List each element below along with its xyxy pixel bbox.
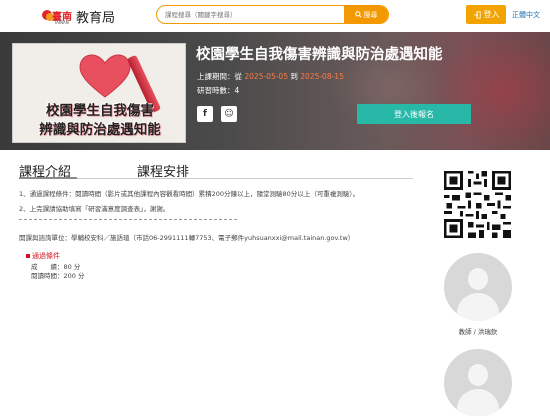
teacher-name: 教師 / 洪瑞欽: [458, 328, 498, 336]
facebook-glyph: f: [203, 109, 207, 119]
facebook-share-icon[interactable]: f: [197, 106, 213, 122]
top-header: 臺南 TAINAN 教育局 搜尋 登入 正體中文: [0, 0, 550, 32]
site-logo[interactable]: 臺南 TAINAN 教育局: [42, 7, 115, 26]
teacher-avatar-2: [444, 349, 512, 416]
language-selector[interactable]: 正體中文: [512, 10, 540, 20]
enroll-button-label: 登入後報名: [394, 109, 434, 119]
end-date: 2025-08-15: [300, 72, 344, 81]
survey-note: 2、上完課請協助填寫「研習滿意度調查表」，謝謝。: [19, 205, 170, 213]
dashed-divider: [19, 219, 237, 220]
pass-conditions-heading: 通過條件: [26, 251, 60, 261]
start-date: 2025-05-05: [244, 72, 288, 81]
contact-info: 開課與諮詢單位：學輔校安科／施語瑄（市話06-2991111轉7753、電子郵件…: [19, 234, 355, 242]
search-icon: [354, 11, 362, 18]
thumbnail-title-line2: 辨識與防治處遇知能: [39, 122, 161, 138]
line-glyph: ☺: [224, 109, 234, 119]
login-icon: [473, 10, 481, 19]
course-hours: 研習時數：4: [197, 86, 240, 95]
pass-reading-time: 閱讀時間：200 分: [31, 272, 85, 280]
thumbnail-title-line1: 校園學生自我傷害: [46, 103, 154, 119]
language-label: 正體中文: [512, 11, 540, 19]
enroll-button[interactable]: 登入後報名: [357, 104, 471, 124]
red-square-icon: [26, 254, 30, 258]
heart-icon: [79, 54, 131, 98]
logo-english-text: TAINAN: [54, 19, 69, 25]
period-to: 到: [290, 72, 298, 81]
tab-divider: [19, 178, 413, 179]
qr-code-icon: [444, 171, 511, 238]
search-bar: 搜尋: [156, 5, 389, 24]
period-label: 上課期間：從: [197, 72, 242, 81]
pass-conditions-title: 通過條件: [32, 252, 60, 260]
logo-text: 教育局: [76, 11, 116, 26]
tainan-logo-icon: 臺南 TAINAN: [42, 8, 72, 26]
search-button-label: 搜尋: [363, 10, 378, 19]
course-period: 上課期間：從 2025-05-05 到 2025-08-15: [197, 71, 344, 82]
course-title: 校園學生自我傷害辨識與防治處遇知能: [196, 47, 443, 63]
pass-condition-text: 1、通過課程條件：閱讀時間（影片或其他課程內容觀看時間）累積200分鐘以上，隨堂…: [19, 190, 360, 198]
search-input[interactable]: [157, 6, 344, 23]
course-banner: 校園學生自我傷害 辨識與防治處遇知能 校園學生自我傷害辨識與防治處遇知能 上課期…: [0, 32, 550, 150]
teacher-avatar: [444, 253, 512, 321]
course-thumbnail: 校園學生自我傷害 辨識與防治處遇知能: [12, 43, 186, 143]
line-share-icon[interactable]: ☺: [221, 106, 237, 122]
login-button[interactable]: 登入: [466, 5, 506, 24]
login-button-label: 登入: [483, 10, 500, 19]
active-tab-indicator: [19, 177, 77, 179]
search-button[interactable]: 搜尋: [344, 6, 388, 23]
